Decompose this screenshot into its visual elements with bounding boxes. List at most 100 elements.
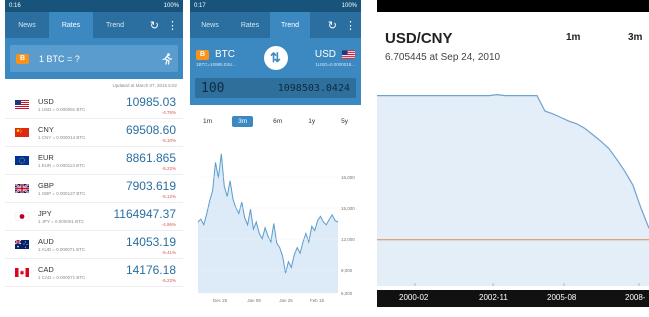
currency-code: EUR bbox=[38, 153, 54, 162]
updated-timestamp: Updated at March 07, 2015 5:02 bbox=[112, 83, 177, 88]
us-flag-icon bbox=[15, 100, 29, 109]
cn-flag-icon bbox=[15, 128, 29, 137]
range-6m[interactable]: 6m bbox=[267, 116, 288, 127]
refresh-icon[interactable]: ↻ bbox=[328, 19, 337, 32]
range-1m[interactable]: 1m bbox=[197, 116, 218, 127]
currency-code: USD bbox=[38, 97, 54, 106]
currency-inverse: 1 EUR = 0.000113 BTC bbox=[38, 163, 86, 168]
bitcoin-icon: B bbox=[196, 49, 209, 60]
currency-inverse: 1 JPY = 0.000001 BTC bbox=[38, 219, 85, 224]
amount-display[interactable]: 100 1098503.0424 bbox=[195, 78, 356, 98]
rate-change: -5.41% bbox=[161, 249, 176, 255]
y-tick-label: 9,000 bbox=[341, 268, 353, 273]
x-tick-label: 2000-02 bbox=[399, 293, 429, 302]
au-flag-icon bbox=[15, 240, 29, 249]
from-currency[interactable]: BTC bbox=[215, 49, 235, 60]
range-1y[interactable]: 1y bbox=[302, 116, 321, 127]
rate-row-cad[interactable]: CAD 1 CAD = 0.000071 BTC 14176.18 -5.22% bbox=[5, 259, 183, 287]
x-tick-label: 2008- bbox=[625, 293, 646, 302]
range-3m[interactable]: 3m bbox=[628, 32, 642, 43]
x-tick-label: 2002-11 bbox=[479, 293, 508, 302]
rate-change: -5.12% bbox=[161, 193, 176, 199]
to-rate: 1USD=0.0000018... bbox=[315, 62, 355, 67]
ca-flag-icon bbox=[15, 268, 29, 277]
rate-row-cny[interactable]: CNY 1 CNY = 0.000014 BTC 69508.60 -5.10% bbox=[5, 119, 183, 147]
currency-inverse: 1 CNY = 0.000014 BTC bbox=[38, 135, 86, 140]
rate-value: 14176.18 bbox=[125, 262, 176, 277]
range-5y[interactable]: 5y bbox=[335, 116, 354, 127]
to-currency[interactable]: USD bbox=[315, 49, 336, 60]
tab-trend[interactable]: Trend bbox=[93, 12, 137, 38]
currency-pair: B BTC 1BTC=10985.03U... ⇅ USD 1USD=0.0000… bbox=[190, 42, 361, 74]
more-vert-icon[interactable]: ⋮ bbox=[167, 19, 178, 32]
status-bar: 0:17 100% bbox=[190, 0, 361, 12]
eu-flag-icon bbox=[15, 156, 29, 165]
range-selector: 1m 3m 6m 1y 5y bbox=[190, 108, 361, 134]
tab-rates[interactable]: Rates bbox=[230, 12, 270, 38]
rate-change: -4.76% bbox=[161, 109, 176, 115]
us-flag-icon bbox=[342, 50, 355, 59]
rate-value: 10985.03 bbox=[125, 94, 176, 109]
rate-value: 14053.19 bbox=[125, 234, 176, 249]
converted-result: 1098503.0424 bbox=[277, 82, 350, 94]
tab-news[interactable]: News bbox=[190, 12, 230, 38]
run-icon[interactable] bbox=[162, 52, 172, 65]
currency-code: CAD bbox=[38, 265, 54, 274]
detail-chart-screen: USD/CNY 6.705445 at Sep 24, 2010 1m 3m 2… bbox=[377, 0, 649, 307]
status-bar: 0:16 100% bbox=[5, 0, 183, 12]
tab-rates[interactable]: Rates bbox=[49, 12, 93, 38]
amount-input[interactable]: 100 bbox=[201, 81, 224, 96]
rate-row-eur[interactable]: EUR 1 EUR = 0.000113 BTC 8861.865 -5.22% bbox=[5, 147, 183, 175]
x-tick-label: 2005-08 bbox=[547, 293, 577, 302]
status-time: 0:16 bbox=[9, 3, 21, 9]
usd-cny-chart[interactable] bbox=[377, 76, 649, 290]
y-tick-label: 15,000 bbox=[341, 206, 355, 211]
currency-code: JPY bbox=[38, 209, 52, 218]
tab-trend[interactable]: Trend bbox=[270, 12, 310, 38]
bitcoin-icon: B bbox=[16, 53, 29, 64]
trend-screen: 0:17 100% News Rates Trend ↻ ⋮ B BTC 1BTC… bbox=[190, 0, 361, 307]
currency-code: CNY bbox=[38, 125, 54, 134]
from-rate: 1BTC=10985.03U... bbox=[196, 62, 236, 67]
chart-area-fill bbox=[377, 94, 649, 286]
currency-inverse: 1 GBP = 0.000127 BTC bbox=[38, 191, 86, 196]
swap-icon[interactable]: ⇅ bbox=[263, 46, 288, 70]
y-tick-label: 12,000 bbox=[341, 237, 355, 242]
range-3m[interactable]: 3m bbox=[232, 115, 254, 127]
rate-change: -4.96% bbox=[161, 221, 176, 227]
y-tick-label: 6,000 bbox=[341, 291, 353, 296]
tab-bar: News Rates Trend ↻ ⋮ bbox=[5, 12, 183, 38]
rate-row-gbp[interactable]: GBP 1 GBP = 0.000127 BTC 7903.619 -5.12% bbox=[5, 175, 183, 203]
rate-row-aud[interactable]: AUD 1 AUD = 0.000071 BTC 14053.19 -5.41% bbox=[5, 231, 183, 259]
btc-usd-chart[interactable]: 16,000 15,000 12,000 9,000 6,000 Dec 25 Jan 09… bbox=[190, 143, 361, 307]
pair-subtitle: 6.705445 at Sep 24, 2010 bbox=[385, 52, 501, 63]
rate-row-usd[interactable]: USD 1 USD = 0.000091 BTC 10985.03 -4.76% bbox=[5, 91, 183, 119]
more-vert-icon[interactable]: ⋮ bbox=[345, 19, 356, 32]
converter-box[interactable]: B 1 BTC = ? bbox=[10, 45, 178, 72]
rate-change: -5.22% bbox=[161, 165, 176, 171]
rate-row-jpy[interactable]: JPY 1 JPY = 0.000001 BTC 1164947.37 -4.96% bbox=[5, 203, 183, 231]
converter-equation: 1 BTC = ? bbox=[39, 53, 80, 64]
jp-flag-icon bbox=[15, 212, 29, 221]
currency-code: GBP bbox=[38, 181, 54, 190]
rates-screen: 0:16 100% News Rates Trend ↻ ⋮ B 1 BTC =… bbox=[5, 0, 183, 307]
x-tick-label: Jan 25 bbox=[279, 298, 293, 303]
tab-bar: News Rates Trend ↻ ⋮ bbox=[190, 12, 361, 38]
converter-band: B 1 BTC = ? bbox=[5, 38, 183, 79]
rate-change: -5.10% bbox=[161, 137, 176, 143]
tab-news[interactable]: News bbox=[5, 12, 49, 38]
x-tick-label: Feb 18 bbox=[310, 298, 325, 303]
rates-list: USD 1 USD = 0.000091 BTC 10985.03 -4.76% C… bbox=[5, 91, 183, 287]
currency-inverse: 1 CAD = 0.000071 BTC bbox=[38, 275, 86, 280]
x-tick-label: Jan 09 bbox=[247, 298, 261, 303]
pair-band: B BTC 1BTC=10985.03U... ⇅ USD 1USD=0.0000… bbox=[190, 38, 361, 105]
y-tick-label: 16,000 bbox=[341, 175, 355, 180]
x-tick-label: Dec 25 bbox=[213, 298, 228, 303]
rate-value: 69508.60 bbox=[125, 122, 176, 137]
refresh-icon[interactable]: ↻ bbox=[150, 19, 159, 32]
status-bar bbox=[377, 0, 649, 12]
pair-title: USD/CNY bbox=[385, 30, 453, 47]
currency-inverse: 1 USD = 0.000091 BTC bbox=[38, 107, 86, 112]
rate-change: -5.22% bbox=[161, 277, 176, 283]
range-1m[interactable]: 1m bbox=[566, 32, 580, 43]
